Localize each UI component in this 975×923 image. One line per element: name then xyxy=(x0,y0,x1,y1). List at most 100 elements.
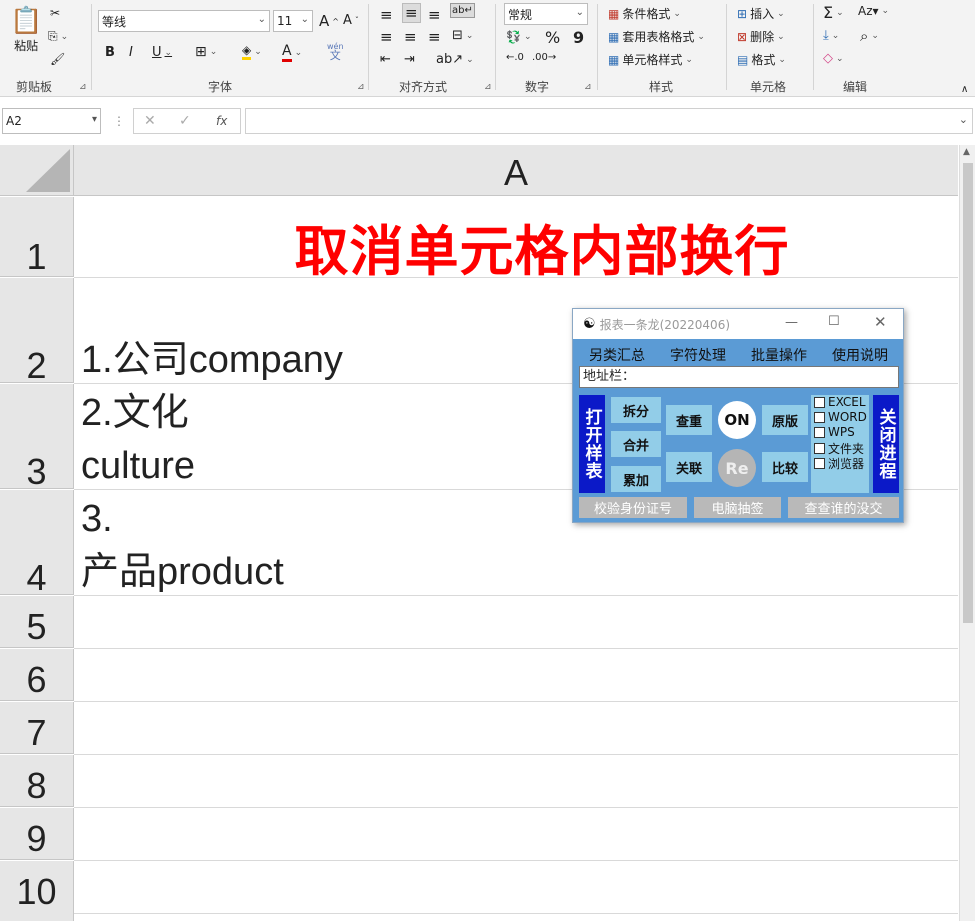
computer-draw-button[interactable]: 电脑抽签 xyxy=(694,497,781,518)
percent-button[interactable]: % xyxy=(545,28,560,47)
row-header[interactable]: 7 xyxy=(0,702,74,754)
cancel-icon[interactable]: ✕ xyxy=(144,113,156,129)
expand-formula-bar-icon[interactable]: ⌄ xyxy=(959,113,968,126)
maximize-icon[interactable]: ☐ xyxy=(828,314,840,329)
on-toggle-button[interactable]: ON xyxy=(718,401,756,439)
decrease-decimal-icon[interactable]: .00→ xyxy=(532,52,556,63)
verify-id-button[interactable]: 校验身份证号 xyxy=(579,497,687,518)
collapse-ribbon-icon[interactable]: ∧ xyxy=(961,84,968,95)
decrease-indent-icon[interactable]: ⇤ xyxy=(380,52,391,67)
font-name-combo[interactable]: 等线 ⌄ xyxy=(98,10,270,32)
underline-button[interactable]: U ⌄ xyxy=(152,45,172,60)
format-as-table-button[interactable]: ▦ 套用表格格式 ⌄ xyxy=(608,28,705,45)
font-launcher-icon[interactable]: ⊿ xyxy=(357,82,365,92)
row-header[interactable]: 9 xyxy=(0,808,74,860)
row-header[interactable]: 1 xyxy=(0,197,74,277)
reset-button[interactable]: Re xyxy=(718,449,756,487)
who-not-submitted-button[interactable]: 查查谁的没交 xyxy=(788,497,899,518)
cut-icon[interactable]: ✂ xyxy=(50,6,60,20)
increase-indent-icon[interactable]: ⇥ xyxy=(404,52,415,67)
cell-a4-line2[interactable]: 产品product xyxy=(81,546,284,599)
merge-button[interactable]: 合并 xyxy=(611,431,661,457)
row-header[interactable]: 3 xyxy=(0,384,74,492)
clear-button[interactable]: ◇ ⌄ xyxy=(823,51,844,66)
grow-font-button[interactable]: A ^ xyxy=(319,12,339,30)
borders-button[interactable]: ⊞ ⌄ xyxy=(195,44,217,60)
window-titlebar[interactable]: ☯ 报表一条龙(20220406) — ☐ ✕ xyxy=(573,309,903,339)
cell-a1-title[interactable]: 取消单元格内部换行 xyxy=(74,207,958,286)
clipboard-launcher-icon[interactable]: ⊿ xyxy=(79,82,87,92)
menu-text-processing[interactable]: 字符处理 xyxy=(670,345,726,365)
align-center-icon[interactable]: ≡ xyxy=(404,28,417,46)
menu-help[interactable]: 使用说明 xyxy=(832,345,888,365)
close-process-button[interactable]: 关闭进程 xyxy=(873,395,899,493)
cell-a2[interactable]: 1.公司company xyxy=(81,334,343,387)
checkbox-browser[interactable]: 浏览器 xyxy=(814,455,864,472)
row-header[interactable]: 6 xyxy=(0,649,74,701)
align-right-icon[interactable]: ≡ xyxy=(428,28,441,46)
bold-button[interactable]: B xyxy=(105,45,115,60)
insert-function-icon[interactable]: fx xyxy=(216,114,227,128)
delete-button[interactable]: ⊠ 删除 ⌄ xyxy=(737,28,785,45)
number-launcher-icon[interactable]: ⊿ xyxy=(584,82,592,92)
checkbox-word[interactable]: WORD xyxy=(814,410,867,424)
enter-icon[interactable]: ✓ xyxy=(179,113,191,129)
row-header[interactable]: 5 xyxy=(0,596,74,648)
name-box[interactable]: A2 ▾ xyxy=(2,108,101,134)
phonetic-guide-button[interactable]: wén 文 xyxy=(327,42,344,61)
select-all-corner[interactable] xyxy=(0,145,74,196)
row-header[interactable]: 4 xyxy=(0,490,74,598)
orientation-button[interactable]: ab↗ ⌄ xyxy=(436,52,474,67)
cell-a3-line1[interactable]: 2.文化 xyxy=(81,387,189,440)
align-left-icon[interactable]: ≡ xyxy=(380,28,393,46)
italic-button[interactable]: I xyxy=(129,45,133,60)
checkbox-excel[interactable]: EXCEL xyxy=(814,395,866,409)
align-top-icon[interactable]: ≡ xyxy=(380,6,393,24)
address-bar[interactable]: 地址栏： xyxy=(579,366,899,388)
autosum-button[interactable]: Σ ⌄ xyxy=(823,3,844,22)
check-duplicate-button[interactable]: 查重 xyxy=(666,405,712,435)
shrink-font-button[interactable]: Aˇ xyxy=(343,13,359,28)
compare-button[interactable]: 比较 xyxy=(762,452,808,482)
format-painter-icon[interactable]: 🖌 xyxy=(50,52,65,66)
row-header[interactable]: 8 xyxy=(0,755,74,807)
split-button[interactable]: 拆分 xyxy=(611,397,661,423)
align-middle-icon[interactable]: ≡ xyxy=(402,3,421,23)
cell-a4-line1[interactable]: 3. xyxy=(81,493,113,546)
fill-button[interactable]: ⤓ ⌄ xyxy=(823,28,839,43)
vertical-scrollbar[interactable]: ▲ xyxy=(959,145,975,921)
wrap-text-icon[interactable]: ab↵ xyxy=(450,3,475,18)
number-format-combo[interactable]: 常规 ⌄ xyxy=(504,3,588,25)
find-select-button[interactable]: ⌕ ⌄ xyxy=(860,27,879,45)
insert-button[interactable]: ⊞ 插入 ⌄ xyxy=(737,5,785,22)
comma-button[interactable]: 9 xyxy=(573,28,584,47)
font-size-combo[interactable]: 11 ⌄ xyxy=(273,10,313,32)
minimize-icon[interactable]: — xyxy=(785,315,798,330)
checkbox-wps[interactable]: WPS xyxy=(814,425,855,439)
increase-decimal-icon[interactable]: ←.0 xyxy=(506,52,524,63)
paste-button[interactable]: 📋 粘贴 xyxy=(10,6,42,54)
original-button[interactable]: 原版 xyxy=(762,405,808,435)
menu-batch-operations[interactable]: 批量操作 xyxy=(751,345,807,365)
fill-color-button[interactable]: ◈ ⌄ xyxy=(242,43,262,60)
font-color-button[interactable]: A ⌄ xyxy=(282,43,302,62)
cell-styles-button[interactable]: ▦ 单元格样式 ⌄ xyxy=(608,51,693,68)
formula-input[interactable]: ⌄ xyxy=(245,108,973,134)
copy-icon[interactable]: ⎘ ⌄ xyxy=(48,29,68,44)
conditional-format-button[interactable]: ▦ 条件格式 ⌄ xyxy=(608,5,681,22)
merge-center-button[interactable]: ⊟ ⌄ xyxy=(452,28,473,43)
row-header[interactable]: 2 xyxy=(0,278,74,386)
sort-filter-button[interactable]: Az▾ ⌄ xyxy=(858,4,889,18)
menu-alt-summary[interactable]: 另类汇总 xyxy=(589,345,645,365)
accumulate-button[interactable]: 累加 xyxy=(611,466,661,492)
column-header-a[interactable]: A xyxy=(74,145,958,196)
alignment-launcher-icon[interactable]: ⊿ xyxy=(484,82,492,92)
cell-a3-line2[interactable]: culture xyxy=(81,440,195,493)
align-bottom-icon[interactable]: ≡ xyxy=(428,6,441,24)
scroll-thumb[interactable] xyxy=(963,163,973,623)
format-button[interactable]: ▤ 格式 ⌄ xyxy=(737,51,786,68)
close-icon[interactable]: ✕ xyxy=(874,313,887,331)
accounting-button[interactable]: 💱 ⌄ xyxy=(506,30,532,44)
link-button[interactable]: 关联 xyxy=(666,452,712,482)
scroll-up-icon[interactable]: ▲ xyxy=(963,147,970,157)
